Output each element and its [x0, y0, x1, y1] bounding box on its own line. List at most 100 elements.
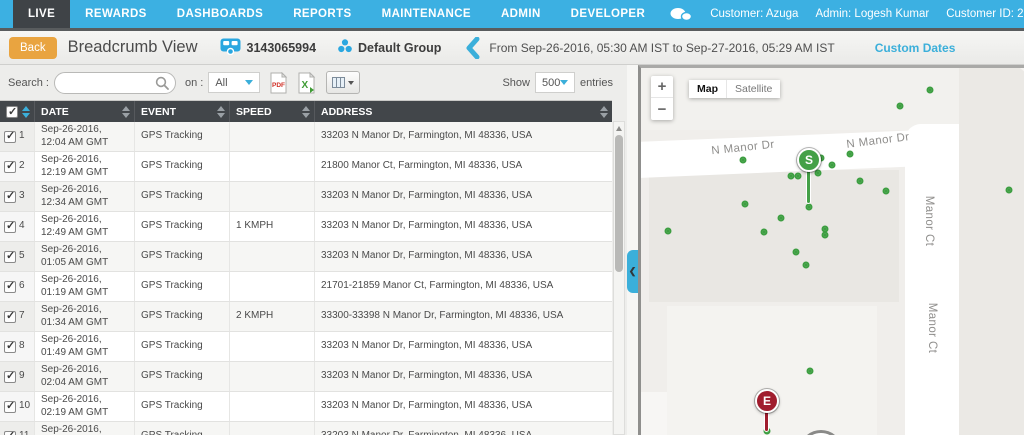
entries-dropdown[interactable]: 500 [534, 72, 575, 93]
nav-tab-reports[interactable]: REPORTS [278, 0, 366, 28]
gps-point-marker[interactable] [856, 177, 864, 185]
row-checkbox[interactable] [4, 190, 16, 203]
search-column-dropdown[interactable]: All [208, 72, 261, 93]
map-type-satellite-button[interactable]: Satellite [727, 80, 780, 98]
row-select-cell[interactable]: 2 [0, 152, 35, 181]
gps-point-marker[interactable] [814, 169, 822, 177]
row-select-cell[interactable]: 3 [0, 182, 35, 211]
zoom-out-button[interactable]: − [651, 98, 673, 120]
gps-point-marker[interactable] [760, 228, 768, 236]
row-select-cell[interactable]: 11 [0, 422, 35, 435]
sort-icon[interactable] [217, 105, 225, 118]
nav-tab-dashboards[interactable]: DASHBOARDS [162, 0, 278, 28]
table-scrollbar[interactable] [613, 121, 625, 435]
select-all-checkbox[interactable] [6, 105, 18, 118]
sort-icon[interactable] [302, 105, 310, 118]
end-marker[interactable]: E [755, 389, 779, 413]
nav-tab-developer[interactable]: DEVELOPER [556, 0, 661, 28]
chat-icon[interactable] [669, 7, 693, 22]
row-checkbox[interactable] [4, 160, 16, 173]
row-checkbox[interactable] [4, 340, 16, 353]
gps-point-marker[interactable] [805, 203, 813, 211]
row-checkbox[interactable] [4, 370, 16, 383]
column-header-event[interactable]: EVENT [135, 101, 230, 122]
sort-icon[interactable] [122, 105, 130, 118]
nav-tab-rewards[interactable]: REWARDS [70, 0, 162, 28]
collapse-panel-handle[interactable]: ❮ [627, 250, 638, 293]
start-marker[interactable]: S [797, 148, 821, 172]
scroll-up-arrow[interactable] [616, 126, 622, 131]
table-row[interactable]: 5 Sep-26-2016, 01:05 AM GMTGPS Tracking 33… [0, 242, 612, 272]
row-select-cell[interactable]: 4 [0, 212, 35, 241]
table-row[interactable]: 11 Sep-26-2016, 02:34 AM GMTGPS Tracking 3… [0, 422, 612, 435]
gps-point-marker[interactable] [794, 172, 802, 180]
row-select-cell[interactable]: 9 [0, 362, 35, 391]
export-excel-button[interactable]: X [297, 71, 316, 94]
nav-tab-live[interactable]: LIVE [13, 0, 71, 28]
table-row[interactable]: 3 Sep-26-2016, 12:34 AM GMTGPS Tracking 33… [0, 182, 612, 212]
custom-dates-link[interactable]: Custom Dates [875, 41, 956, 55]
gps-point-marker[interactable] [664, 227, 672, 235]
cell-address: 33203 N Manor Dr, Farmington, MI 48336, … [321, 340, 533, 352]
gps-point-marker[interactable] [821, 231, 829, 239]
map-type-map-button[interactable]: Map [689, 80, 727, 98]
gps-point-marker[interactable] [882, 187, 890, 195]
gps-point-marker[interactable] [792, 248, 800, 256]
previous-period-button[interactable] [465, 36, 480, 59]
sort-icon[interactable] [600, 105, 608, 118]
cell-address: 33203 N Manor Dr, Farmington, MI 48336, … [321, 190, 533, 202]
row-select-cell[interactable]: 6 [0, 272, 35, 301]
row-select-cell[interactable]: 5 [0, 242, 35, 271]
row-checkbox[interactable] [4, 220, 16, 233]
back-button[interactable]: Back [9, 36, 57, 59]
gps-point-marker[interactable] [777, 214, 785, 222]
table-row[interactable]: 4 Sep-26-2016, 12:49 AM GMTGPS Tracking1 … [0, 212, 612, 242]
row-checkbox[interactable] [4, 400, 16, 413]
table-row[interactable]: 6 Sep-26-2016, 01:19 AM GMTGPS Tracking 21… [0, 272, 612, 302]
cell-event: GPS Tracking [135, 332, 230, 361]
scrollbar-thumb[interactable] [615, 135, 623, 272]
gps-point-marker[interactable] [802, 261, 810, 269]
row-checkbox[interactable] [4, 280, 16, 293]
sort-icon[interactable] [22, 105, 30, 118]
gps-point-marker[interactable] [787, 172, 795, 180]
cell-event: GPS Tracking [135, 122, 230, 151]
nav-tab-admin[interactable]: ADMIN [486, 0, 556, 28]
row-checkbox[interactable] [4, 430, 16, 435]
column-chooser-button[interactable] [326, 71, 361, 94]
nav-tab-maintenance[interactable]: MAINTENANCE [367, 0, 486, 28]
zoom-in-button[interactable]: + [651, 76, 673, 98]
row-select-cell[interactable]: 7 [0, 302, 35, 331]
row-select-cell[interactable]: 10 [0, 392, 35, 421]
gps-point-marker[interactable] [806, 367, 814, 375]
main-area: Search : on : All PDF X Show 500 entries… [0, 65, 1024, 435]
row-checkbox[interactable] [4, 130, 16, 143]
gps-point-marker[interactable] [846, 150, 854, 158]
date-range-label: From Sep-26-2016, 05:30 AM IST to Sep-27… [489, 40, 835, 55]
column-header-speed[interactable]: SPEED [230, 101, 315, 122]
table-row[interactable]: 7 Sep-26-2016, 01:34 AM GMTGPS Tracking2 … [0, 302, 612, 332]
gps-point-marker[interactable] [896, 102, 904, 110]
row-select-cell[interactable]: 8 [0, 332, 35, 361]
row-number: 8 [19, 340, 25, 352]
gps-point-marker[interactable] [926, 86, 934, 94]
start-marker-stem [806, 168, 811, 204]
row-select-cell[interactable]: 1 [0, 122, 35, 151]
row-checkbox[interactable] [4, 310, 16, 323]
table-row[interactable]: 8 Sep-26-2016, 01:49 AM GMTGPS Tracking 33… [0, 332, 612, 362]
table-row[interactable]: 9 Sep-26-2016, 02:04 AM GMTGPS Tracking 33… [0, 362, 612, 392]
gps-point-marker[interactable] [741, 200, 749, 208]
table-row[interactable]: 2 Sep-26-2016, 12:19 AM GMTGPS Tracking 21… [0, 152, 612, 182]
column-header-address[interactable]: ADDRESS [315, 101, 612, 122]
map-canvas[interactable]: N Manor Dr N Manor Dr Manor Ct Manor Ct … [638, 65, 1024, 435]
table-row[interactable]: 10 Sep-26-2016, 02:19 AM GMTGPS Tracking 3… [0, 392, 612, 422]
gps-point-marker[interactable] [739, 156, 747, 164]
gps-point-marker[interactable] [1005, 186, 1013, 194]
row-number: 5 [19, 250, 25, 262]
column-header-date[interactable]: DATE [35, 101, 135, 122]
gps-point-marker[interactable] [828, 161, 836, 169]
table-row[interactable]: 1 Sep-26-2016, 12:04 AM GMTGPS Tracking 33… [0, 122, 612, 152]
map-block [667, 306, 877, 435]
export-pdf-button[interactable]: PDF [269, 71, 288, 94]
row-checkbox[interactable] [4, 250, 16, 263]
